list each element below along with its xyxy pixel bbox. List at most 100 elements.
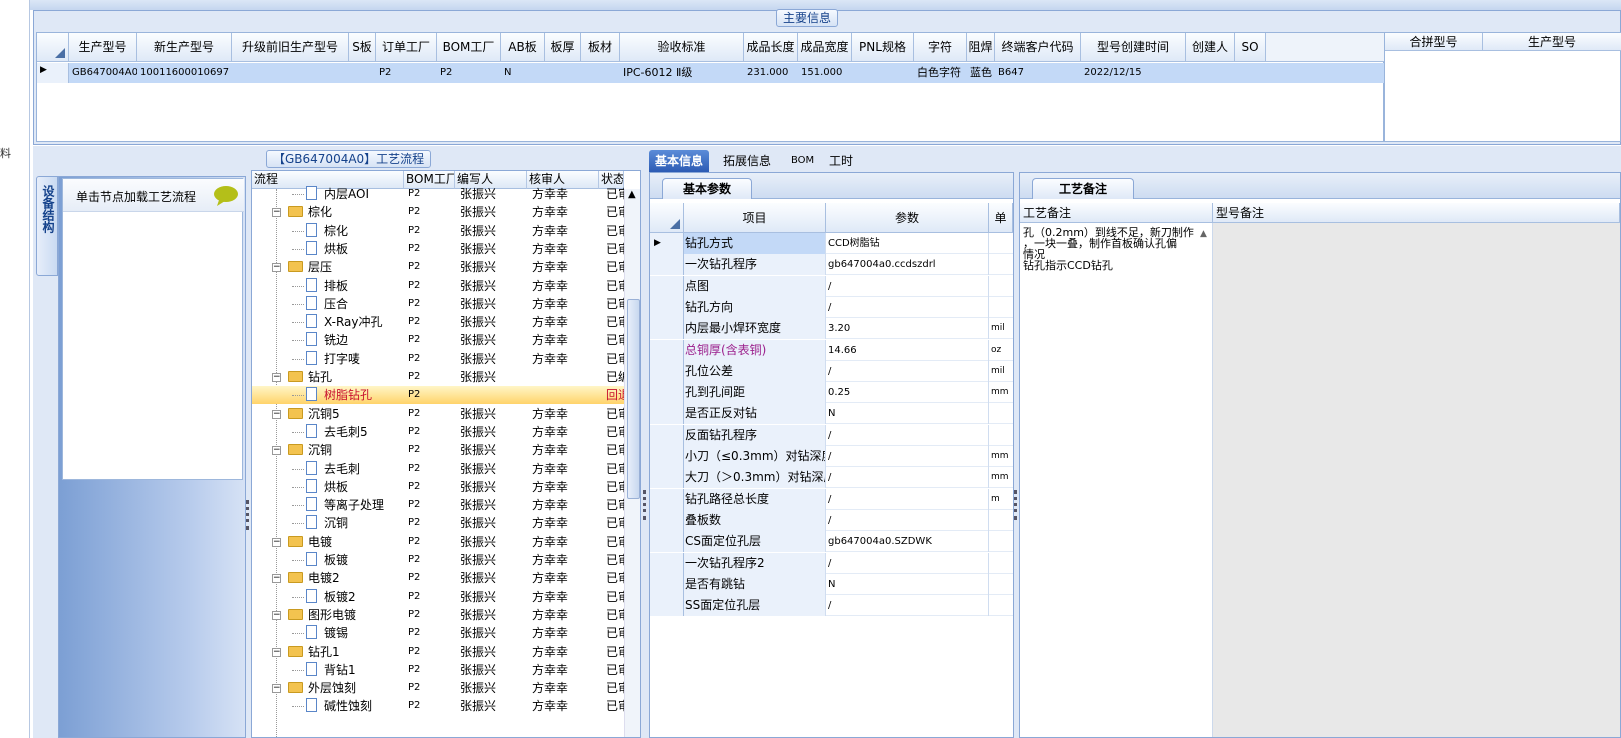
column-header[interactable]: 板材 [581, 33, 620, 62]
column-header[interactable]: 生产型号 [69, 33, 137, 62]
table-cell[interactable]: 2022/12/15 [1081, 63, 1186, 83]
table-cell[interactable]: IPC-6012 Ⅱ级 [620, 63, 744, 83]
column-header[interactable]: 字符 [914, 33, 967, 62]
param-row[interactable]: 一次钻孔程序 gb647004a0.ccdszdrl [650, 254, 1013, 276]
table-cell[interactable] [232, 63, 349, 83]
collapse-icon[interactable]: − [272, 263, 281, 273]
param-value[interactable]: / [826, 488, 989, 510]
tab-basic-info[interactable]: 基本信息 [649, 150, 710, 172]
table-cell[interactable] [545, 63, 581, 83]
param-row[interactable]: CS面定位孔层 gb647004a0.SZDWK [650, 531, 1013, 553]
param-row[interactable]: 钻孔方向 / [650, 296, 1013, 318]
tree-node-row[interactable]: − 沉铜5 P2 张振兴 方幸幸 已审 [252, 405, 624, 423]
tree-node-row[interactable]: − 钻孔1 P2 张振兴 方幸幸 已审 [252, 643, 624, 661]
column-header[interactable]: 板厚 [545, 33, 581, 62]
table-cell[interactable]: P2 [376, 63, 437, 83]
table-cell[interactable]: 白色字符 [914, 63, 967, 83]
column-header[interactable]: 新生产型号 [137, 33, 232, 62]
tree-node-row[interactable]: 烘板 P2 张振兴 方幸幸 已审 [252, 240, 624, 258]
column-header[interactable]: 创建人 [1186, 33, 1235, 62]
param-value[interactable]: / [826, 446, 989, 467]
param-row[interactable]: 是否有跳钻 N [650, 573, 1013, 595]
param-value[interactable]: 0.25 [826, 382, 989, 404]
table-cell[interactable]: GB647004A0 [69, 63, 137, 83]
splitter-grip[interactable] [643, 490, 646, 520]
column-header[interactable]: 验收标准 [620, 33, 744, 62]
param-value[interactable]: 3.20 [826, 318, 989, 340]
collapse-icon[interactable]: − [272, 574, 281, 584]
collapse-icon[interactable]: − [272, 537, 281, 547]
tree-node-row[interactable]: − 图形电镀 P2 张振兴 方幸幸 已审 [252, 606, 624, 624]
table-cell[interactable]: B647 [995, 63, 1081, 83]
param-row[interactable]: 大刀（＞0.3mm）对钻深度 / mm [650, 467, 1013, 489]
param-value[interactable]: / [826, 360, 989, 382]
param-value[interactable]: / [826, 424, 989, 446]
collapse-icon[interactable]: − [272, 647, 281, 657]
collapse-icon[interactable]: − [272, 610, 281, 620]
tree-node-row[interactable]: 内层AOI P2 张振兴 方幸幸 已审 [252, 185, 624, 203]
tree-node-row[interactable]: 去毛刺 P2 张振兴 方幸幸 已审 [252, 460, 624, 478]
column-header[interactable]: 型号创建时间 [1081, 33, 1186, 62]
param-value[interactable]: gb647004a0.SZDWK [826, 531, 989, 553]
collapse-icon[interactable]: − [272, 373, 281, 382]
param-value[interactable]: gb647004a0.ccdszdrl [826, 254, 989, 276]
remarks-col-header[interactable]: 工艺备注 [1020, 203, 1213, 223]
column-header[interactable]: AB板 [501, 33, 545, 62]
tree-node-row[interactable]: X-Ray冲孔 P2 张振兴 方幸幸 已审 [252, 313, 624, 331]
table-cell[interactable] [852, 63, 914, 83]
param-row[interactable]: 点图 / [650, 275, 1013, 297]
tree-node-row[interactable]: 排板 P2 张振兴 方幸幸 已审 [252, 277, 624, 295]
param-value[interactable]: 14.66 [826, 339, 989, 361]
table-cell[interactable]: 151.000 [798, 63, 852, 83]
column-header[interactable]: SO [1235, 33, 1266, 62]
tree-node-row[interactable]: 沉铜 P2 张振兴 方幸幸 已审 [252, 514, 624, 532]
table-cell[interactable]: 蓝色 [967, 63, 995, 83]
param-row[interactable]: 孔位公差 / mil [650, 360, 1013, 382]
param-value[interactable]: / [826, 296, 989, 318]
model-remarks-col-header[interactable]: 型号备注 [1213, 203, 1620, 223]
param-row[interactable]: 孔到孔间距 0.25 mm [650, 382, 1013, 404]
merge-model-grid[interactable]: 合拼型号 生产型号 [1384, 32, 1621, 142]
tree-node-row[interactable]: 烘板 P2 张振兴 方幸幸 已审 [252, 478, 624, 496]
table-cell[interactable]: 231.000 [744, 63, 798, 83]
param-value[interactable]: / [826, 595, 989, 617]
column-header[interactable]: 订单工厂 [376, 33, 437, 62]
param-value[interactable]: / [826, 552, 989, 574]
merge-col-header[interactable]: 生产型号 [1483, 33, 1621, 51]
column-header[interactable]: S板 [349, 33, 376, 62]
tree-node-row[interactable]: − 外层蚀刻 P2 张振兴 方幸幸 已审 [252, 679, 624, 697]
param-row[interactable]: 叠板数 / [650, 509, 1013, 531]
merge-col-header[interactable]: 合拼型号 [1385, 33, 1483, 51]
remarks-title[interactable]: 工艺备注 [1032, 178, 1135, 199]
collapse-icon[interactable]: − [272, 684, 281, 694]
col-header-unit[interactable]: 单位 [989, 203, 1013, 233]
hint-header[interactable]: 单击节点加载工艺流程 [63, 179, 244, 212]
column-header[interactable]: 成品长度 [744, 33, 798, 62]
tree-node-row[interactable]: 碱性蚀刻 P2 张振兴 方幸幸 已审 [252, 697, 624, 715]
param-value[interactable]: / [826, 509, 989, 531]
remarks-scroll-up-icon[interactable]: ▲ [1200, 229, 1207, 239]
splitter-grip[interactable] [1014, 490, 1017, 520]
tree-scroll-thumb[interactable] [627, 299, 640, 499]
collapse-icon[interactable]: − [272, 409, 281, 419]
param-row[interactable]: 小刀（≤0.3mm）对钻深度 / mm [650, 446, 1013, 467]
table-cell[interactable]: 10011600010697 [137, 63, 232, 83]
param-row[interactable]: 钻孔路径总长度 / m [650, 488, 1013, 510]
tree-node-row[interactable]: 去毛刺5 P2 张振兴 方幸幸 已审 [252, 423, 624, 441]
param-row[interactable]: 反面钻孔程序 / [650, 424, 1013, 446]
tree-node-row[interactable]: 打字唛 P2 张振兴 方幸幸 已审 [252, 350, 624, 368]
param-row[interactable]: SS面定位孔层 / [650, 595, 1013, 617]
tree-node-row[interactable]: − 层压 P2 张振兴 方幸幸 已审 [252, 258, 624, 276]
table-cell[interactable]: N [501, 63, 545, 83]
tree-node-row[interactable]: − 钻孔 P2 张振兴 已编 [252, 368, 624, 386]
tree-scrollbar[interactable]: ▲ [624, 189, 640, 737]
param-value[interactable]: CCD树脂钻 [826, 233, 989, 254]
basic-params-title[interactable]: 基本参数 [662, 178, 753, 199]
column-header[interactable]: 成品宽度 [798, 33, 852, 62]
column-header[interactable]: 升级前旧生产型号 [232, 33, 349, 62]
tree-node-row[interactable]: 铣边 P2 张振兴 方幸幸 已审 [252, 331, 624, 349]
param-value[interactable]: N [826, 403, 989, 425]
table-cell[interactable] [581, 63, 620, 83]
scroll-up-icon[interactable]: ▲ [628, 189, 636, 200]
tree-node-row[interactable]: 镀锡 P2 张振兴 方幸幸 已审 [252, 624, 624, 642]
